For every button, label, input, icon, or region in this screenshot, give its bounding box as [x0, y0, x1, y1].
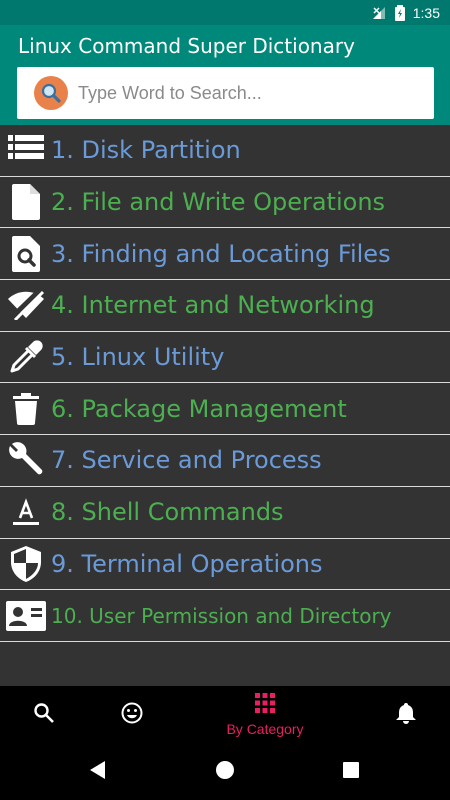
back-triangle-icon — [90, 760, 106, 784]
list-item-terminal-operations[interactable]: 9. Terminal Operations — [0, 538, 450, 591]
wrench-icon — [4, 440, 48, 480]
list-item-label: 2. File and Write Operations — [51, 188, 386, 217]
server-icon — [4, 130, 48, 170]
list-item-label: 8. Shell Commands — [51, 498, 284, 527]
status-bar: 1:35 — [0, 0, 450, 25]
list-item-linux-utility[interactable]: 5. Linux Utility — [0, 331, 450, 384]
list-item-service-process[interactable]: 7. Service and Process — [0, 435, 450, 487]
smiley-icon — [121, 702, 143, 729]
nav-notifications[interactable] — [386, 686, 426, 744]
list-item-label: 3. Finding and Locating Files — [51, 239, 391, 268]
signal-icon — [371, 5, 387, 21]
file-icon — [4, 182, 48, 222]
list-item-internet-networking[interactable]: 4. Internet and Networking — [0, 280, 450, 332]
list-item-finding-files[interactable]: 3. Finding and Locating Files — [0, 228, 450, 281]
home-button[interactable] — [205, 744, 245, 800]
recents-button[interactable] — [331, 744, 371, 800]
shield-icon — [4, 544, 48, 584]
list-item-disk-partition[interactable]: 1. Disk Partition — [0, 125, 450, 177]
list-item-label: 1. Disk Partition — [51, 136, 241, 165]
list-item-shell-commands[interactable]: 8. Shell Commands — [0, 486, 450, 539]
grid-icon — [255, 693, 275, 718]
search-box[interactable] — [17, 67, 434, 119]
list-item-package-management[interactable]: 6. Package Management — [0, 383, 450, 436]
recents-square-icon — [343, 761, 359, 783]
list-item-label: 6. Package Management — [51, 394, 347, 423]
list-item-label: 5. Linux Utility — [51, 343, 225, 372]
text-format-icon — [4, 492, 48, 532]
find-file-icon — [4, 234, 48, 274]
list-item-label: 7. Service and Process — [51, 446, 322, 475]
app-title: Linux Command Super Dictionary — [18, 34, 355, 58]
bell-icon — [396, 702, 416, 729]
wifi-off-icon — [4, 285, 48, 325]
list-item-file-write[interactable]: 2. File and Write Operations — [0, 176, 450, 229]
trash-icon — [4, 389, 48, 429]
nav-emoji[interactable] — [112, 686, 152, 744]
category-list: 1. Disk Partition 2. File and Write Oper… — [0, 125, 450, 642]
home-circle-icon — [215, 760, 235, 785]
status-time: 1:35 — [412, 4, 440, 21]
back-button[interactable] — [78, 744, 118, 800]
nav-search[interactable] — [24, 686, 64, 744]
list-item-user-permission[interactable]: 10. User Permission and Directory — [0, 590, 450, 642]
eyedropper-icon — [4, 337, 48, 377]
app-bar: Linux Command Super Dictionary — [0, 25, 450, 125]
search-input[interactable] — [78, 82, 408, 104]
nav-by-category-label: By Category — [226, 721, 304, 737]
list-item-label: 10. User Permission and Directory — [51, 603, 392, 628]
list-item-label: 4. Internet and Networking — [51, 291, 375, 320]
bottom-nav: By Category — [0, 686, 450, 744]
battery-icon — [394, 4, 405, 21]
system-nav-bar — [0, 744, 450, 800]
contact-card-icon — [4, 596, 48, 636]
list-item-label: 9. Terminal Operations — [51, 549, 323, 578]
nav-by-category[interactable]: By Category — [215, 686, 315, 744]
search-icon — [33, 702, 55, 729]
search-icon — [34, 76, 68, 110]
